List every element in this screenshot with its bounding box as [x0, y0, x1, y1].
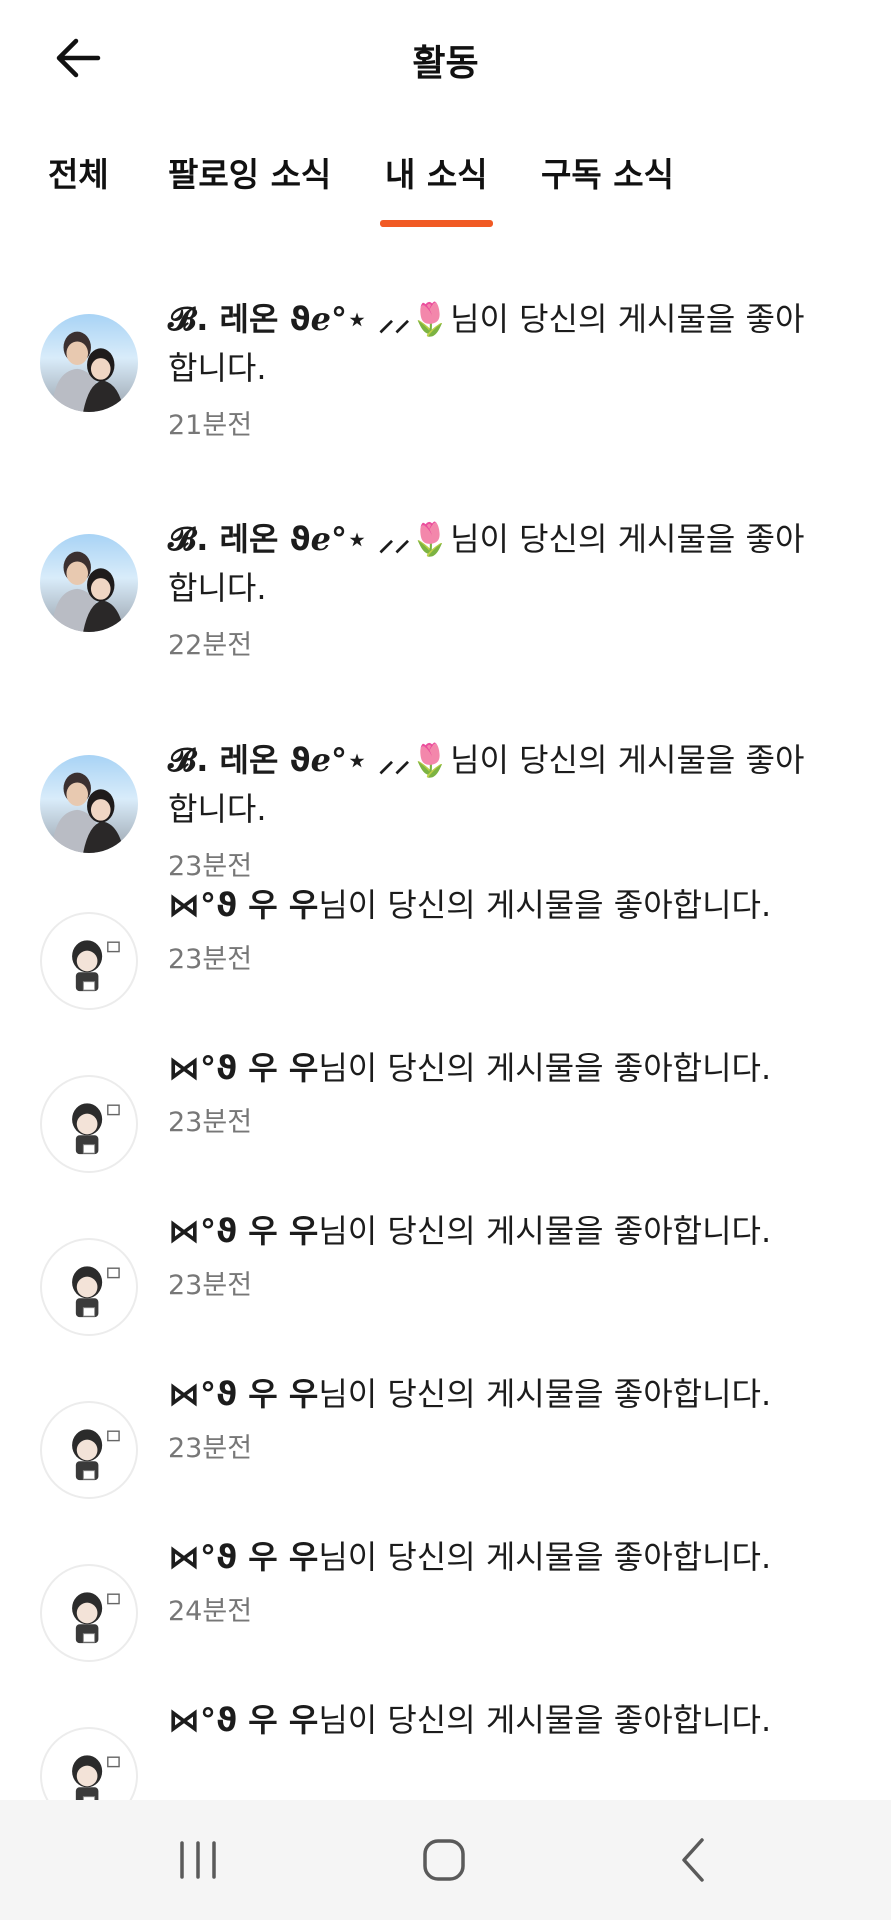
tab-my-news[interactable]: 내 소식 [380, 148, 493, 227]
notification-message: 님이 당신의 게시물을 좋아합니다. [318, 1375, 772, 1413]
notification-message: 님이 당신의 게시물을 좋아합니다. [318, 1049, 772, 1087]
avatar[interactable] [40, 1238, 138, 1336]
notification-message: 님이 당신의 게시물을 좋아합니다. [318, 1701, 772, 1739]
notification-item[interactable]: ⋈°ϑ 우 우님이 당신의 게시물을 좋아합니다. 23분전 [0, 1360, 891, 1523]
recent-apps-icon [180, 1841, 216, 1879]
tab-all[interactable]: 전체 [48, 148, 109, 196]
avatar[interactable] [40, 1075, 138, 1173]
notification-username: 𝓑. 레온 ϑℯ°⋆ ⸝⸝🌷 [168, 300, 451, 338]
system-navigation-bar [0, 1800, 891, 1920]
avatar[interactable] [40, 1727, 138, 1800]
avatar[interactable] [40, 1401, 138, 1499]
notification-username: 𝓑. 레온 ϑℯ°⋆ ⸝⸝🌷 [168, 520, 451, 558]
system-back-button[interactable] [664, 1830, 724, 1890]
notification-item[interactable]: ⋈°ϑ 우 우님이 당신의 게시물을 좋아합니다. 24분전 [0, 1523, 891, 1686]
avatar[interactable] [40, 314, 138, 412]
notification-item[interactable]: ⋈°ϑ 우 우님이 당신의 게시물을 좋아합니다. 23분전 [0, 871, 891, 1034]
chibi-character-avatar-icon [72, 1429, 120, 1481]
avatar[interactable] [40, 534, 138, 632]
notification-username: ⋈°ϑ 우 우 [168, 1049, 319, 1087]
notification-time: 23분전 [168, 1270, 253, 1301]
notification-text: 𝓑. 레온 ϑℯ°⋆ ⸝⸝🌷님이 당신의 게시물을 좋아합니다. [168, 736, 831, 834]
notification-item[interactable]: 𝓑. 레온 ϑℯ°⋆ ⸝⸝🌷님이 당신의 게시물을 좋아합니다. 22분전 [0, 460, 891, 681]
avatar[interactable] [40, 1564, 138, 1662]
chibi-character-avatar-icon [72, 940, 120, 992]
notification-text: ⋈°ϑ 우 우님이 당신의 게시물을 좋아합니다. [168, 1044, 831, 1093]
notification-item[interactable]: 𝓑. 레온 ϑℯ°⋆ ⸝⸝🌷님이 당신의 게시물을 좋아합니다. 23분전 [0, 681, 891, 882]
notification-text: ⋈°ϑ 우 우님이 당신의 게시물을 좋아합니다. [168, 1696, 831, 1745]
notification-list: 𝓑. 레온 ϑℯ°⋆ ⸝⸝🌷님이 당신의 게시물을 좋아합니다. 21분전 𝓑.… [0, 240, 891, 1800]
tab-bar: 전체 팔로잉 소식 내 소식 구독 소식 [0, 115, 891, 235]
tab-subscription-news[interactable]: 구독 소식 [541, 148, 674, 196]
chibi-character-avatar-icon [72, 1592, 120, 1644]
notification-item[interactable]: ⋈°ϑ 우 우님이 당신의 게시물을 좋아합니다. [0, 1686, 891, 1800]
notification-text: 𝓑. 레온 ϑℯ°⋆ ⸝⸝🌷님이 당신의 게시물을 좋아합니다. [168, 295, 831, 393]
notification-username: ⋈°ϑ 우 우 [168, 886, 319, 924]
notification-username: ⋈°ϑ 우 우 [168, 1212, 319, 1250]
top-app-bar: 활동 [0, 0, 891, 115]
chibi-character-avatar-icon [72, 1103, 120, 1155]
notification-username: ⋈°ϑ 우 우 [168, 1375, 319, 1413]
notification-text: ⋈°ϑ 우 우님이 당신의 게시물을 좋아합니다. [168, 881, 831, 930]
chibi-character-avatar-icon [72, 1266, 120, 1318]
back-chevron-icon [682, 1838, 704, 1882]
notification-text: ⋈°ϑ 우 우님이 당신의 게시물을 좋아합니다. [168, 1370, 831, 1419]
tab-following-news[interactable]: 팔로잉 소식 [168, 148, 331, 196]
couple-photo-avatar-icon [51, 551, 125, 632]
notification-username: ⋈°ϑ 우 우 [168, 1538, 319, 1576]
notification-time: 22분전 [168, 630, 253, 661]
notification-message: 님이 당신의 게시물을 좋아합니다. [318, 1212, 772, 1250]
notification-time: 23분전 [168, 1107, 253, 1138]
notification-time: 24분전 [168, 1596, 253, 1627]
notification-item[interactable]: 𝓑. 레온 ϑℯ°⋆ ⸝⸝🌷님이 당신의 게시물을 좋아합니다. 21분전 [0, 240, 891, 460]
notification-time: 21분전 [168, 410, 253, 441]
notification-item[interactable]: ⋈°ϑ 우 우님이 당신의 게시물을 좋아합니다. 23분전 [0, 1034, 891, 1197]
couple-photo-avatar-icon [51, 331, 125, 412]
notification-item[interactable]: ⋈°ϑ 우 우님이 당신의 게시물을 좋아합니다. 23분전 [0, 1197, 891, 1360]
notification-username: 𝓑. 레온 ϑℯ°⋆ ⸝⸝🌷 [168, 741, 451, 779]
notification-message: 님이 당신의 게시물을 좋아합니다. [318, 886, 772, 924]
chibi-character-avatar-icon [72, 1755, 120, 1800]
notification-time: 23분전 [168, 1433, 253, 1464]
notification-text: 𝓑. 레온 ϑℯ°⋆ ⸝⸝🌷님이 당신의 게시물을 좋아합니다. [168, 515, 831, 613]
couple-photo-avatar-icon [51, 772, 125, 853]
notification-message: 님이 당신의 게시물을 좋아합니다. [318, 1538, 772, 1576]
page-title: 활동 [412, 43, 479, 84]
notification-text: ⋈°ϑ 우 우님이 당신의 게시물을 좋아합니다. [168, 1533, 831, 1582]
notification-username: ⋈°ϑ 우 우 [168, 1701, 319, 1739]
home-button[interactable] [414, 1830, 474, 1890]
recent-apps-button[interactable] [168, 1830, 228, 1890]
notification-time: 23분전 [168, 944, 253, 975]
avatar[interactable] [40, 912, 138, 1010]
notification-text: ⋈°ϑ 우 우님이 당신의 게시물을 좋아합니다. [168, 1207, 831, 1256]
home-icon [423, 1839, 465, 1881]
avatar[interactable] [40, 755, 138, 853]
